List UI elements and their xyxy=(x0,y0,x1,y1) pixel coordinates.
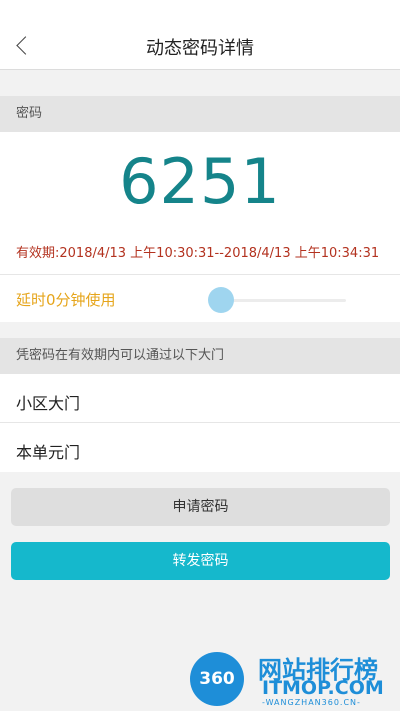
navigation-bar: 动态密码详情 xyxy=(0,0,400,70)
delay-label: 延时0分钟使用 xyxy=(16,291,116,309)
page-title: 动态密码详情 xyxy=(146,38,254,59)
divider xyxy=(0,274,400,275)
doors-section-heading: 凭密码在有效期内可以通过以下大门 xyxy=(0,338,400,374)
validity-period: 有效期:2018/4/13 上午10:30:31--2018/4/13 上午10… xyxy=(16,246,380,261)
apply-password-button[interactable]: 申请密码 xyxy=(11,488,390,526)
door-item-unit-door: 本单元门 xyxy=(16,443,81,462)
watermark-subtitle: -WANGZHAN360.CN- xyxy=(262,698,361,707)
password-section-heading: 密码 xyxy=(0,96,400,132)
watermark: 360 网站排行榜 ITMOP.COM -WANGZHAN360.CN- xyxy=(190,648,395,708)
door-item-community-gate: 小区大门 xyxy=(16,394,81,413)
watermark-domain: ITMOP.COM xyxy=(262,677,384,699)
divider xyxy=(0,422,400,423)
watermark-logo: 360 xyxy=(190,652,244,706)
delay-slider-track[interactable] xyxy=(221,299,346,302)
dynamic-password-code: 6251 xyxy=(119,145,281,218)
forward-password-button[interactable]: 转发密码 xyxy=(11,542,390,580)
delay-slider-thumb[interactable] xyxy=(208,287,234,313)
